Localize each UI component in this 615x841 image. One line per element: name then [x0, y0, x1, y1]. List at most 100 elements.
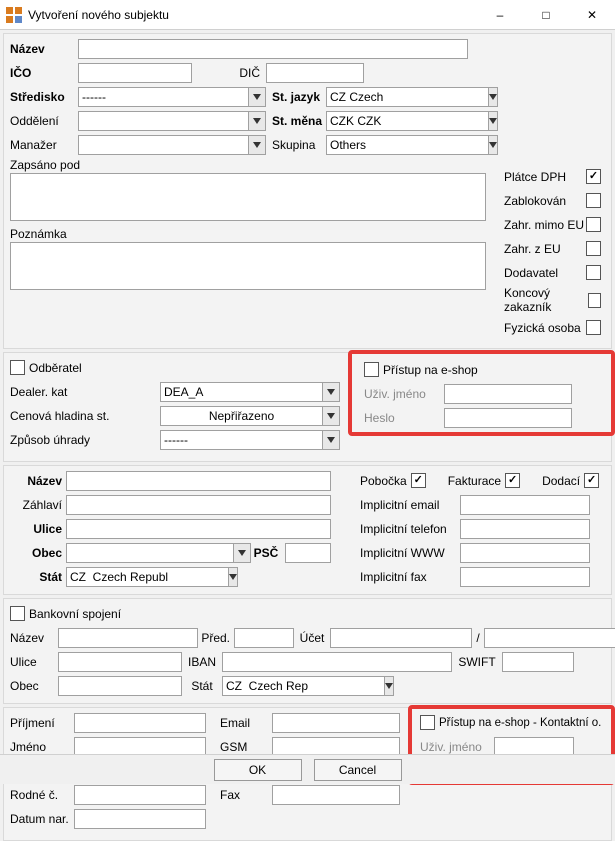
panel-main: Název IČO DIČ Středisko St. jazyk Odděle… [3, 33, 612, 349]
close-button[interactable]: ✕ [569, 0, 615, 30]
platce-dph-check[interactable] [586, 169, 601, 184]
bank-kod-value[interactable] [484, 628, 615, 648]
addr-obec-value[interactable] [66, 543, 233, 563]
zpusob-uhrady-combo[interactable] [160, 430, 340, 450]
dic-input[interactable] [266, 63, 364, 83]
imp-www-input[interactable] [460, 543, 590, 563]
ico-input[interactable] [78, 63, 192, 83]
bank-nazev-input[interactable] [58, 628, 198, 648]
fax-label: Fax [220, 788, 272, 802]
skupina-label: Skupina [266, 138, 326, 152]
dodaci-check[interactable] [584, 473, 599, 488]
odberatel-check[interactable] [10, 360, 25, 375]
contact-eshop-check[interactable] [420, 715, 435, 730]
zablokovan-check[interactable] [586, 193, 601, 208]
bank-iban-input[interactable] [222, 652, 452, 672]
dodavatel-check[interactable] [586, 265, 601, 280]
cenova-hladina-value[interactable] [160, 406, 322, 426]
eshop-heslo-input[interactable] [444, 408, 572, 428]
addr-stat-value[interactable] [66, 567, 228, 587]
poznamka-textarea[interactable] [10, 242, 486, 290]
skupina-value[interactable] [326, 135, 488, 155]
stredisko-combo[interactable] [78, 87, 266, 107]
cenova-hladina-combo[interactable] [160, 406, 340, 426]
chevron-down-icon[interactable] [488, 111, 498, 131]
manazer-combo[interactable] [78, 135, 266, 155]
bank-obec-input[interactable] [58, 676, 182, 696]
panel-address: Název Záhlaví Ulice Obec PSČ Stát Pobočk… [3, 465, 612, 595]
dealer-kat-combo[interactable] [160, 382, 340, 402]
zahr-mimo-eu-check[interactable] [586, 217, 601, 232]
platce-dph-label: Plátce DPH [504, 170, 566, 184]
prijmeni-input[interactable] [74, 713, 206, 733]
pobocka-label: Pobočka [360, 474, 407, 488]
oddeleni-value[interactable] [78, 111, 248, 131]
bank-pred-label: Před. [198, 631, 234, 645]
fyzicka-label: Fyzická osoba [504, 321, 581, 335]
maximize-button[interactable]: □ [523, 0, 569, 30]
bank-ulice-label: Ulice [10, 655, 58, 669]
fyzicka-check[interactable] [586, 320, 601, 335]
zahr-z-eu-check[interactable] [586, 241, 601, 256]
st-jazyk-value[interactable] [326, 87, 488, 107]
chevron-down-icon[interactable] [322, 406, 340, 426]
eshop-uziv-input[interactable] [444, 384, 572, 404]
imp-email-input[interactable] [460, 495, 590, 515]
zapsano-label: Zapsáno pod [10, 158, 486, 172]
imp-www-label: Implicitní WWW [360, 546, 460, 560]
addr-stat-combo[interactable] [66, 567, 172, 587]
cancel-button[interactable]: Cancel [314, 759, 402, 781]
pobocka-check[interactable] [411, 473, 426, 488]
zpusob-uhrady-value[interactable] [160, 430, 322, 450]
bank-stat-value[interactable] [222, 676, 384, 696]
fakturace-check[interactable] [505, 473, 520, 488]
chevron-down-icon[interactable] [248, 87, 266, 107]
chevron-down-icon[interactable] [322, 382, 340, 402]
rodne-input[interactable] [74, 785, 206, 805]
ok-button[interactable]: OK [214, 759, 302, 781]
manazer-value[interactable] [78, 135, 248, 155]
skupina-combo[interactable] [326, 135, 464, 155]
chevron-down-icon[interactable] [488, 135, 498, 155]
imp-fax-input[interactable] [460, 567, 590, 587]
bank-ulice-input[interactable] [58, 652, 182, 672]
addr-nazev-input[interactable] [66, 471, 331, 491]
bank-pred-input[interactable] [234, 628, 294, 648]
st-mena-combo[interactable] [326, 111, 464, 131]
fax-input[interactable] [272, 785, 400, 805]
bank-check[interactable] [10, 606, 25, 621]
minimize-button[interactable]: – [477, 0, 523, 30]
addr-zahlavi-input[interactable] [66, 495, 331, 515]
bank-kod-combo[interactable] [484, 628, 574, 648]
bank-ucet-input[interactable] [330, 628, 472, 648]
dealer-kat-value[interactable] [160, 382, 322, 402]
chevron-down-icon[interactable] [384, 676, 394, 696]
imp-tel-input[interactable] [460, 519, 590, 539]
contact-uziv-label: Uživ. jméno [420, 740, 494, 754]
addr-zahlavi-label: Záhlaví [10, 498, 66, 512]
chevron-down-icon[interactable] [322, 430, 340, 450]
chevron-down-icon[interactable] [248, 135, 266, 155]
addr-psc-input[interactable] [285, 543, 331, 563]
koncovy-check[interactable] [588, 293, 601, 308]
st-mena-value[interactable] [326, 111, 488, 131]
bank-stat-combo[interactable] [222, 676, 344, 696]
stredisko-value[interactable] [78, 87, 248, 107]
st-jazyk-combo[interactable] [326, 87, 464, 107]
bank-swift-input[interactable] [502, 652, 574, 672]
nazev-input[interactable] [78, 39, 468, 59]
imp-fax-label: Implicitní fax [360, 570, 460, 584]
chevron-down-icon[interactable] [228, 567, 238, 587]
bank-sep: / [472, 631, 484, 645]
chevron-down-icon[interactable] [488, 87, 498, 107]
chevron-down-icon[interactable] [248, 111, 266, 131]
chevron-down-icon[interactable] [233, 543, 251, 563]
zapsano-textarea[interactable] [10, 173, 486, 221]
datum-input[interactable] [74, 809, 206, 829]
addr-ulice-input[interactable] [66, 519, 331, 539]
oddeleni-combo[interactable] [78, 111, 266, 131]
email-input[interactable] [272, 713, 400, 733]
addr-obec-combo[interactable] [66, 543, 251, 563]
eshop-access-check[interactable] [364, 362, 379, 377]
odberatel-label: Odběratel [29, 361, 82, 375]
